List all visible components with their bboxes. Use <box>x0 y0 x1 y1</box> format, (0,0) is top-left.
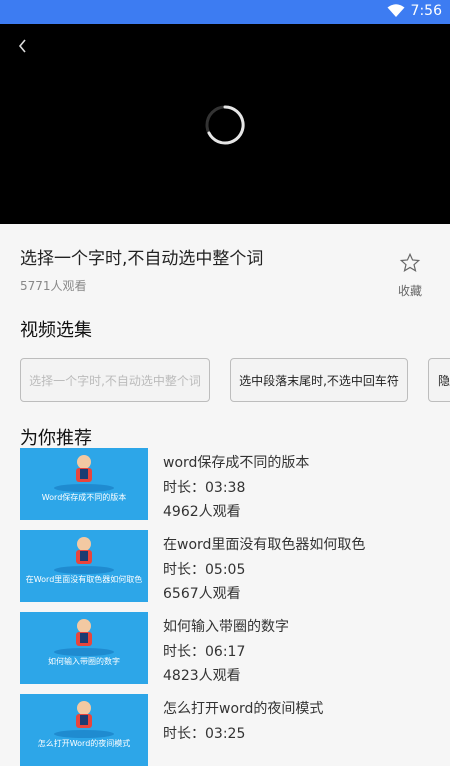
presenter-illustration-icon <box>54 537 114 574</box>
episode-label: 选择一个字时,不自动选中整个词 <box>29 373 201 388</box>
video-thumbnail[interactable]: 怎么打开Word的夜间模式 <box>20 694 148 766</box>
video-thumbnail[interactable]: 如何输入带圈的数字 <box>20 612 148 684</box>
episodes-heading: 视频选集 <box>20 320 92 341</box>
episode-chip[interactable]: 选择一个字时,不自动选中整个词 <box>20 358 210 402</box>
rec-views: 4823人观看 <box>163 668 241 684</box>
presenter-illustration-icon <box>54 701 114 738</box>
rec-duration: 时长：05:05 <box>163 562 246 578</box>
list-item[interactable]: 在Word里面没有取色器如何取色 在word里面没有取色器如何取色 时长：05:… <box>20 530 440 602</box>
back-button[interactable] <box>16 38 36 58</box>
episodes-list[interactable]: 选择一个字时,不自动选中整个词 选中段落末尾时,不选中回车符 隐 <box>20 358 450 404</box>
status-right: 7:56 <box>387 3 442 19</box>
episode-label: 隐 <box>438 373 450 388</box>
rec-title: 怎么打开word的夜间模式 <box>163 701 324 717</box>
recommend-heading: 为你推荐 <box>20 428 92 449</box>
favorite-label: 收藏 <box>397 284 422 298</box>
episode-chip[interactable]: 选中段落末尾时,不选中回车符 <box>230 358 408 402</box>
status-time: 7:56 <box>410 3 442 19</box>
star-icon <box>399 252 421 273</box>
rec-views: 4962人观看 <box>163 504 241 520</box>
video-info-panel: 选择一个字时,不自动选中整个词 5771人观看 收藏 视频选集 选择一个字时,不… <box>0 224 450 766</box>
loading-spinner-icon <box>205 105 245 145</box>
thumbnail-caption: Word保存成不同的版本 <box>41 493 127 502</box>
rec-title: word保存成不同的版本 <box>163 455 310 471</box>
wifi-icon <box>387 4 405 17</box>
list-item[interactable]: 如何输入带圈的数字 如何输入带圈的数字 时长：06:17 4823人观看 <box>20 612 440 684</box>
presenter-illustration-icon <box>54 455 114 492</box>
episode-chip[interactable]: 隐 <box>428 358 450 402</box>
rec-duration: 时长：03:25 <box>163 726 246 742</box>
thumbnail-caption: 在Word里面没有取色器如何取色 <box>25 575 143 584</box>
rec-duration: 时长：06:17 <box>163 644 246 660</box>
back-arrow-icon <box>18 39 26 53</box>
rec-title: 如何输入带圈的数字 <box>163 619 289 635</box>
status-bar: 7:56 <box>0 0 450 24</box>
presenter-illustration-icon <box>54 619 114 656</box>
video-title: 选择一个字时,不自动选中整个词 <box>20 249 264 269</box>
favorite-button[interactable]: 收藏 <box>390 252 430 299</box>
thumbnail-caption: 如何输入带圈的数字 <box>48 657 120 666</box>
video-player[interactable] <box>0 24 450 224</box>
rec-views: 6567人观看 <box>163 586 241 602</box>
episode-label: 选中段落末尾时,不选中回车符 <box>239 373 399 388</box>
thumbnail-caption: 怎么打开Word的夜间模式 <box>37 739 131 748</box>
video-thumbnail[interactable]: Word保存成不同的版本 <box>20 448 148 520</box>
list-item[interactable]: 怎么打开Word的夜间模式 怎么打开word的夜间模式 时长：03:25 <box>20 694 440 766</box>
video-thumbnail[interactable]: 在Word里面没有取色器如何取色 <box>20 530 148 602</box>
list-item[interactable]: Word保存成不同的版本 word保存成不同的版本 时长：03:38 4962人… <box>20 448 440 520</box>
video-views: 5771人观看 <box>20 279 87 293</box>
rec-title: 在word里面没有取色器如何取色 <box>163 537 366 553</box>
rec-duration: 时长：03:38 <box>163 480 246 496</box>
